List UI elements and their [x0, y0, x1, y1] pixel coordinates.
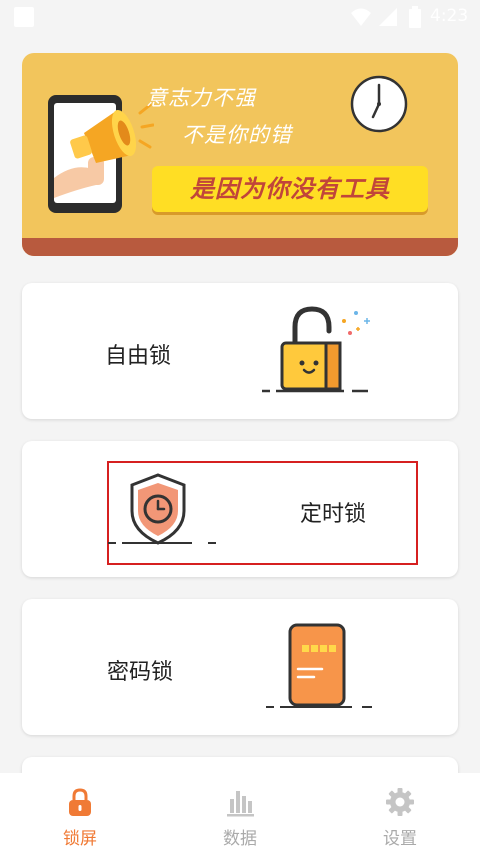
megaphone-phone-illustration	[48, 95, 154, 213]
promo-banner: 意志力不强 不是你的错 是因为你没有工具	[22, 53, 458, 256]
password-lock-label: 密码锁	[107, 660, 174, 685]
timed-lock-card[interactable]: 定时锁	[22, 441, 458, 577]
clock-icon	[350, 75, 408, 133]
free-lock-card[interactable]: 自由锁	[22, 283, 458, 419]
status-time: 4:23	[430, 6, 469, 26]
banner-line-2: 不是你的错	[182, 123, 292, 147]
bar-chart-icon	[227, 791, 254, 817]
status-bar: 4:23	[0, 0, 480, 34]
padlock-icon	[262, 306, 370, 393]
timed-lock-label: 定时锁	[300, 502, 367, 527]
wifi-icon	[351, 8, 371, 26]
nav-data-label: 数据	[223, 829, 257, 849]
nav-settings-label: 设置	[383, 829, 417, 849]
banner-bottom-band	[22, 238, 458, 256]
banner-highlight-text: 是因为你没有工具	[190, 175, 390, 203]
banner-highlight: 是因为你没有工具	[152, 166, 428, 212]
nav-data[interactable]: 数据	[160, 773, 320, 853]
lock-icon	[69, 788, 91, 816]
banner-line-1: 意志力不强	[146, 86, 256, 110]
nav-lock-screen-label: 锁屏	[63, 829, 97, 849]
gear-icon	[386, 788, 414, 816]
nav-settings[interactable]: 设置	[320, 773, 480, 853]
password-lock-card[interactable]: 密码锁	[22, 599, 458, 735]
notification-icon	[14, 7, 34, 27]
bottom-nav: 锁屏 数据 设置	[0, 773, 480, 853]
signal-icon	[379, 8, 397, 26]
free-lock-label: 自由锁	[105, 344, 172, 369]
shield-clock-icon	[108, 473, 216, 545]
battery-icon	[409, 6, 421, 28]
nav-lock-screen[interactable]: 锁屏	[0, 773, 160, 853]
phone-icon	[266, 623, 372, 708]
